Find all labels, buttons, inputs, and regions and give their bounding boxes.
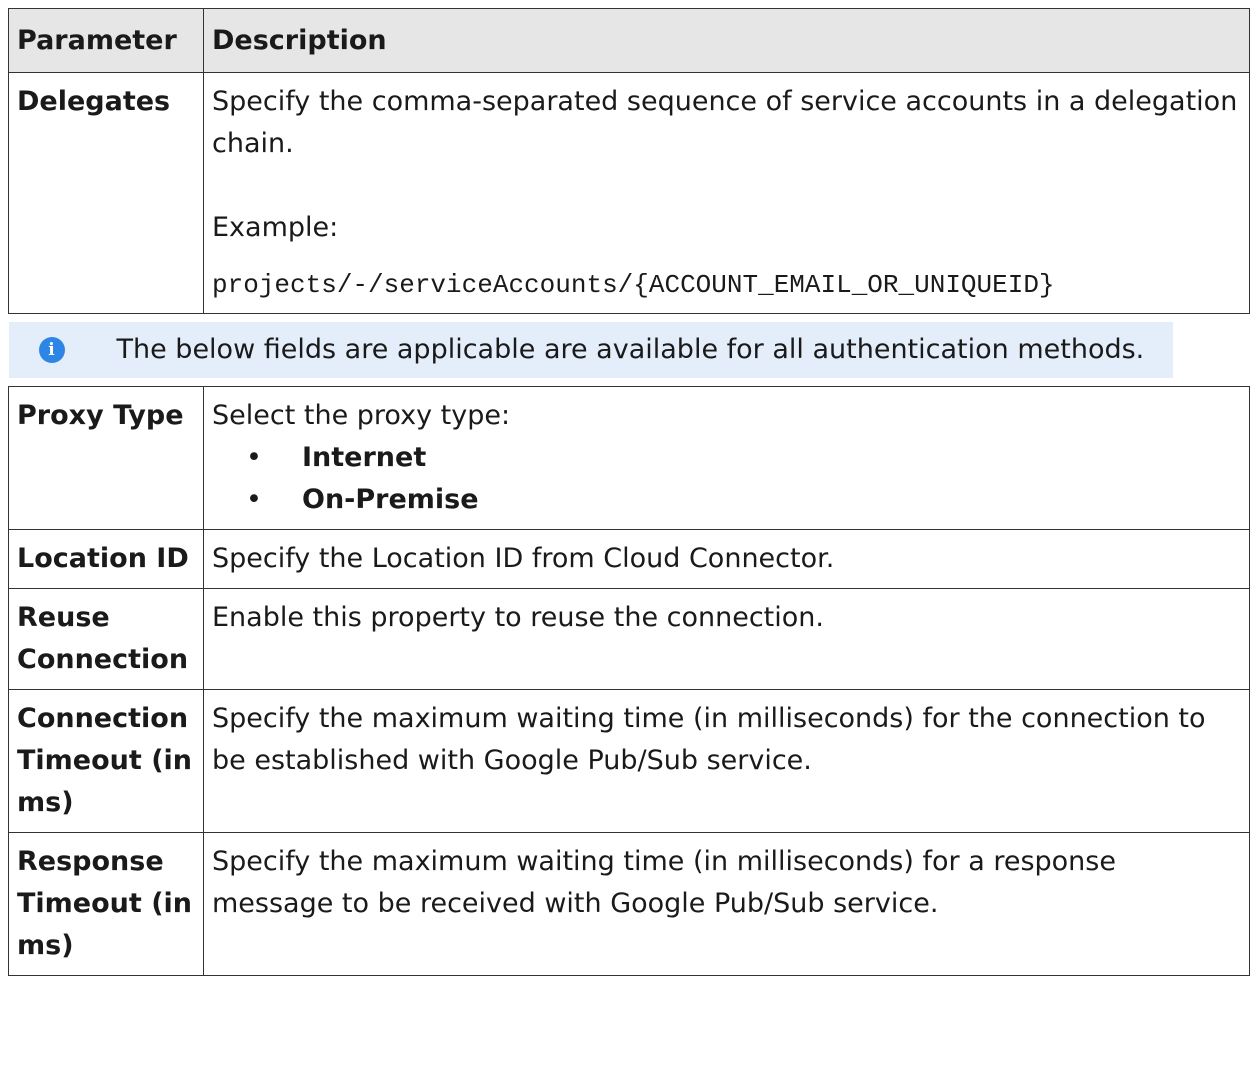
list-item: • On-Premise bbox=[246, 484, 479, 515]
table-row-delegates: Delegates Specify the comma-separated se… bbox=[8, 72, 1250, 314]
parameter-description: Enable this property to reuse the connec… bbox=[203, 588, 1250, 690]
proxy-type-options: • Internet • On-Premise bbox=[212, 437, 1241, 521]
parameter-name: Delegates bbox=[8, 72, 204, 314]
parameter-name: Response Timeout (in ms) bbox=[8, 832, 204, 976]
description-text: Specify the comma-separated sequence of … bbox=[212, 86, 1238, 159]
info-icon: i bbox=[38, 337, 65, 363]
description-text: Select the proxy type: bbox=[212, 400, 511, 431]
example-code: projects/-/serviceAccounts/{ACCOUNT_EMAI… bbox=[212, 270, 1055, 300]
parameter-name: Proxy Type bbox=[8, 386, 204, 530]
table-row-location-id: Location ID Specify the Location ID from… bbox=[8, 529, 1250, 589]
parameter-description: Specify the Location ID from Cloud Conne… bbox=[203, 529, 1250, 589]
parameter-description: Specify the comma-separated sequence of … bbox=[203, 72, 1250, 314]
table-header-row: Parameter Description bbox=[8, 8, 1250, 73]
table-row-proxy-type: Proxy Type Select the proxy type: • Inter… bbox=[8, 386, 1250, 530]
parameter-name: Reuse Connection bbox=[8, 588, 204, 690]
example-label: Example: bbox=[212, 212, 339, 243]
parameter-name: Location ID bbox=[8, 529, 204, 589]
table-row-response-timeout: Response Timeout (in ms) Specify the max… bbox=[8, 832, 1250, 976]
parameter-description: Specify the maximum waiting time (in mil… bbox=[203, 689, 1250, 833]
table-row-reuse-connection: Reuse Connection Enable this property to… bbox=[8, 588, 1250, 690]
list-item: • Internet bbox=[246, 442, 427, 473]
info-note: i The below fields are applicable are av… bbox=[8, 322, 1173, 378]
parameter-column-header: Parameter bbox=[8, 8, 204, 73]
parameter-description: Specify the maximum waiting time (in mil… bbox=[203, 832, 1250, 976]
option-label: On-Premise bbox=[302, 484, 479, 515]
parameter-description: Select the proxy type: • Internet • On-Pre… bbox=[203, 386, 1250, 530]
option-label: Internet bbox=[302, 442, 427, 473]
table-row-connection-timeout: Connection Timeout (in ms) Specify the m… bbox=[8, 689, 1250, 833]
note-row: i The below fields are applicable are av… bbox=[8, 313, 1250, 387]
description-column-header: Description bbox=[203, 8, 1250, 73]
parameter-name: Connection Timeout (in ms) bbox=[8, 689, 204, 833]
parameter-table: Parameter Description Delegates Specify … bbox=[8, 8, 1250, 976]
info-note-text: The below fields are applicable are avai… bbox=[116, 334, 1145, 365]
